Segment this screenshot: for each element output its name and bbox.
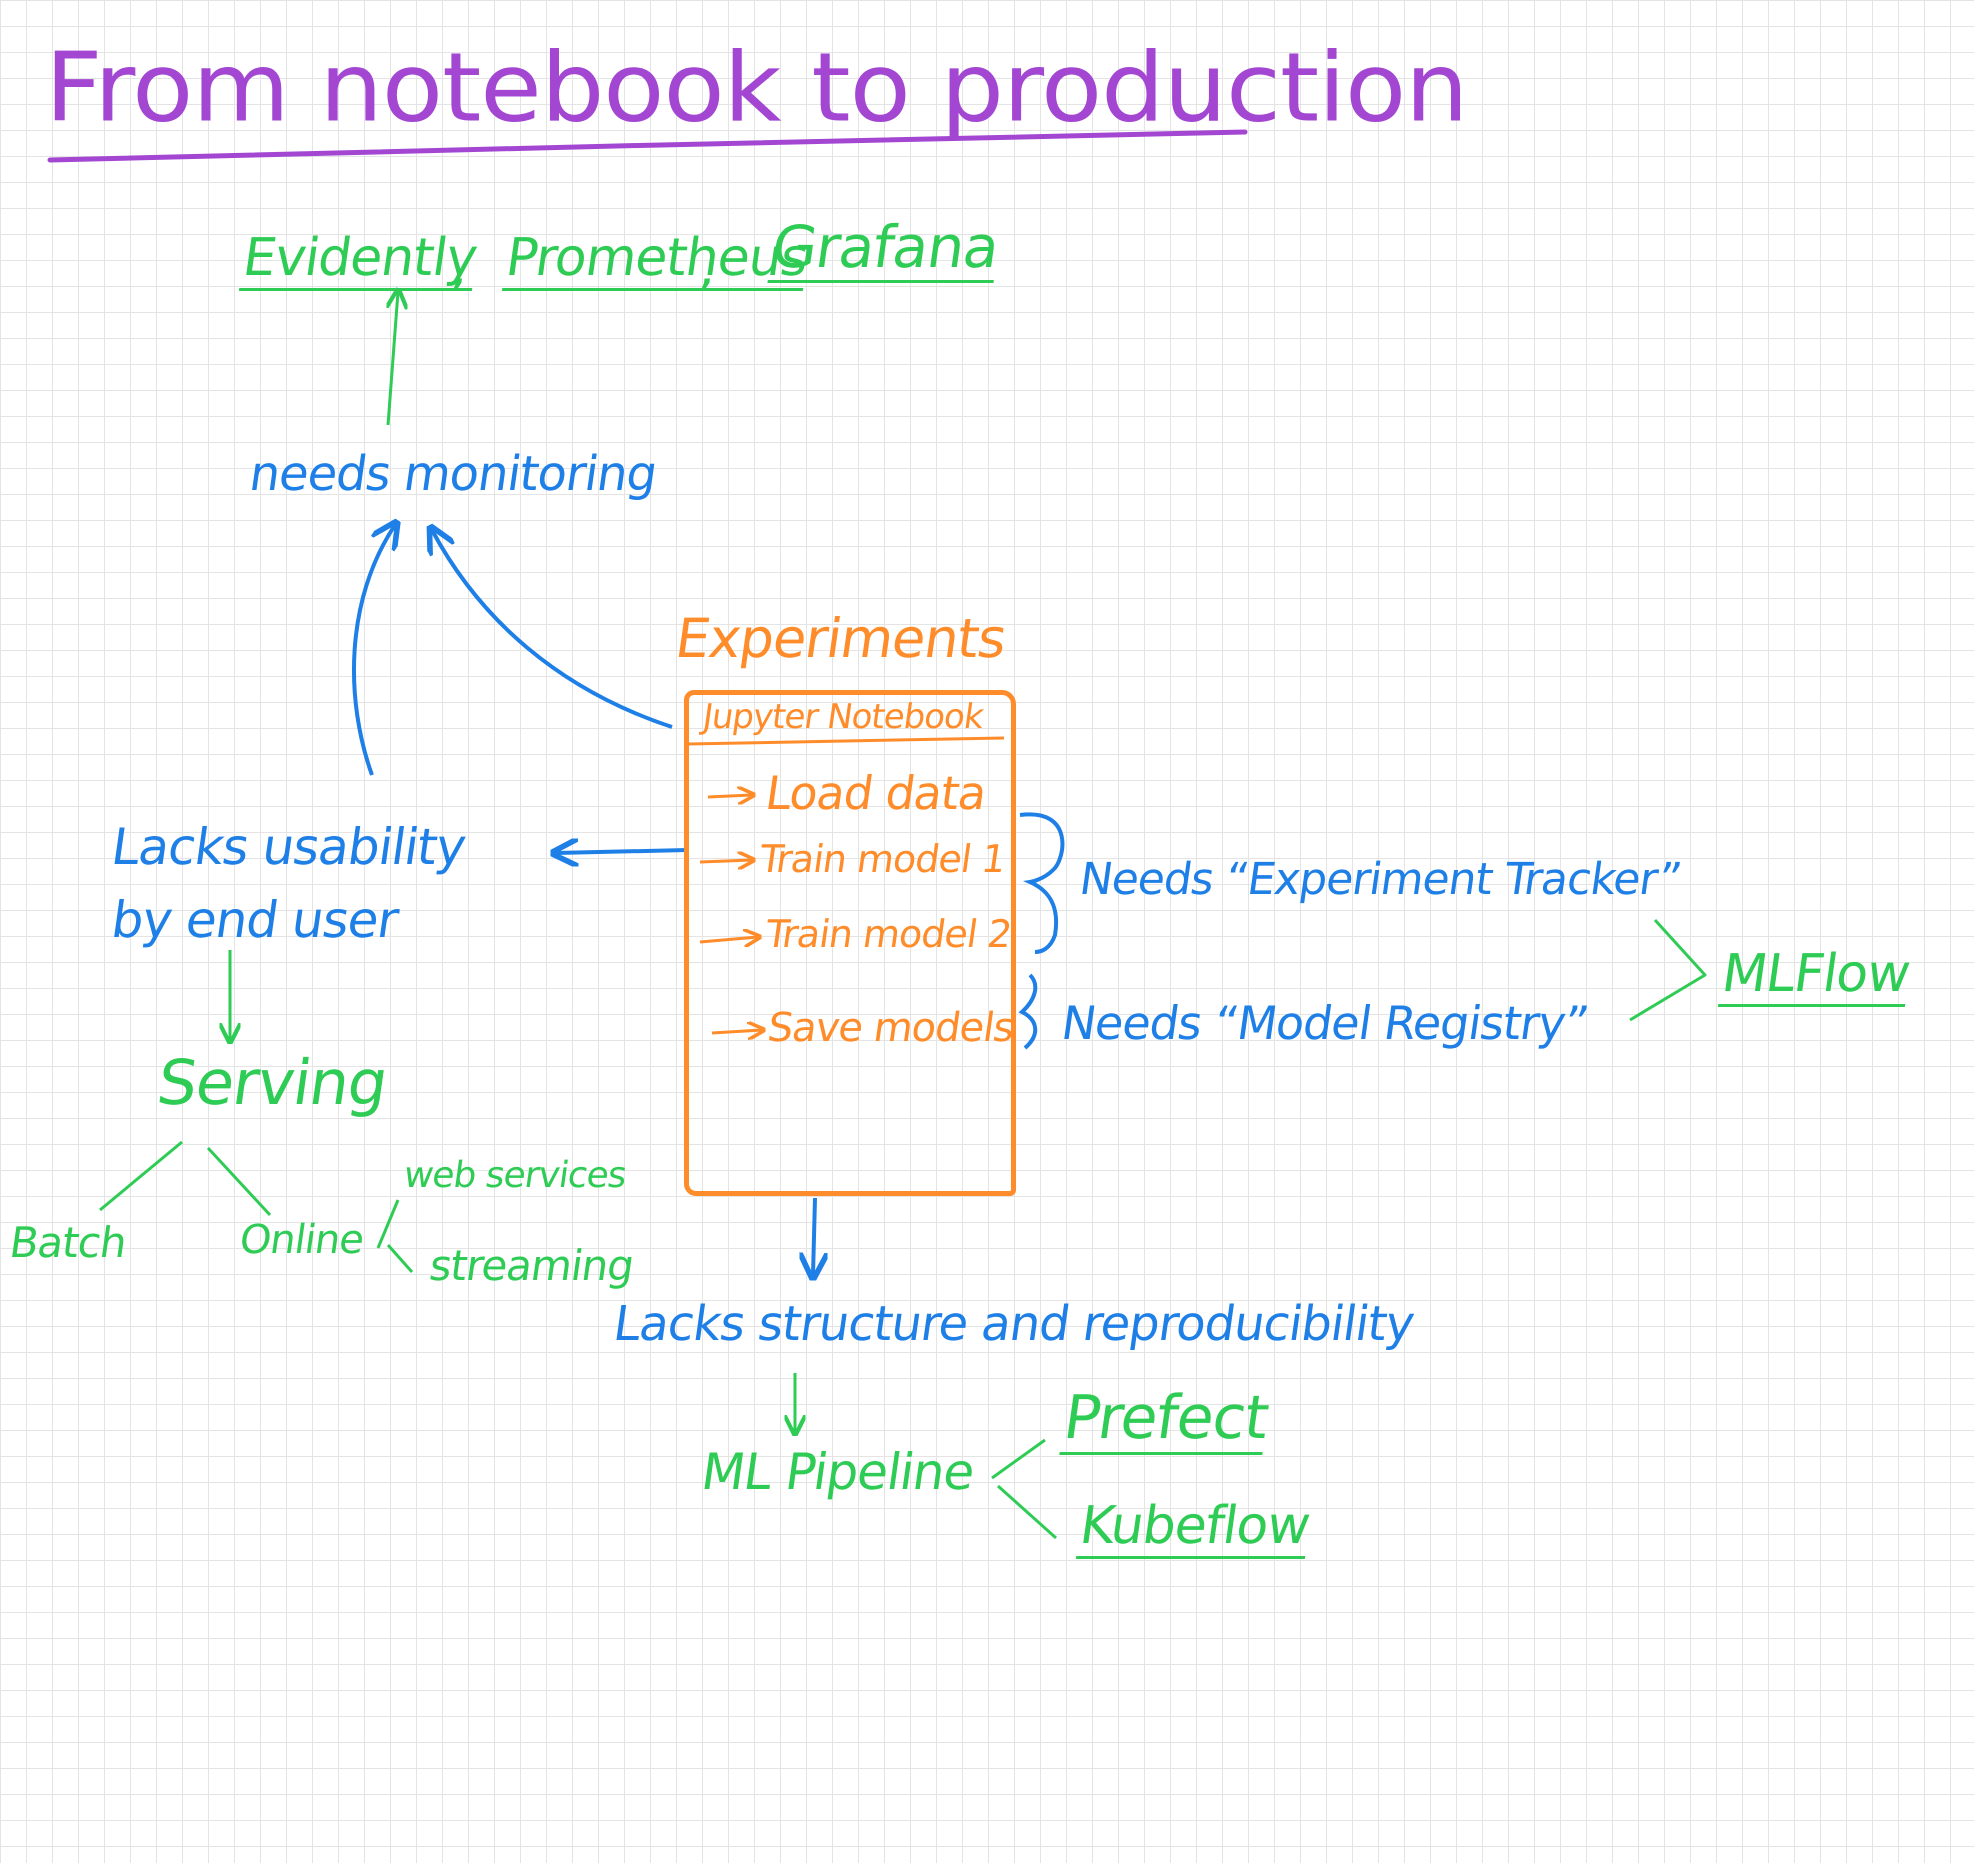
- serving-batch: Batch: [6, 1218, 130, 1267]
- arrow-notebook-to-monitoring: [432, 530, 673, 729]
- brace-registry: [1018, 973, 1038, 1050]
- chevron-to-mlflow: [1629, 918, 1707, 1022]
- branch-serving-online: [206, 1146, 272, 1217]
- brace-tracker: [1019, 812, 1065, 954]
- notebook-title: Jupyter Notebook: [700, 697, 986, 737]
- serving-online: Online: [236, 1217, 367, 1263]
- branch-serving-batch: [99, 1140, 183, 1212]
- lacks-usability-line-2: by end user: [107, 891, 402, 949]
- step-train-model-1: Train model 1: [756, 837, 1008, 881]
- branch-pipeline-kubeflow: [996, 1484, 1058, 1540]
- tool-mlflow: MLFlow: [1717, 944, 1913, 1007]
- lacks-structure-label: Lacks structure and reproducibility: [610, 1296, 1418, 1352]
- branch-pipeline-prefect: [991, 1438, 1046, 1480]
- needs-monitoring-label: needs monitoring: [246, 446, 661, 502]
- tool-grafana: Grafana: [767, 213, 1003, 283]
- tool-evidently: Evidently: [238, 228, 480, 291]
- online-web-services: web services: [401, 1155, 629, 1196]
- serving-label: Serving: [152, 1046, 392, 1119]
- step-train-model-2: Train model 2: [762, 912, 1014, 956]
- step-save-models: Save models: [764, 1005, 1017, 1051]
- ml-pipeline-label: ML Pipeline: [697, 1443, 978, 1501]
- branch-online-webservices: [376, 1199, 400, 1249]
- needs-model-registry: Needs “Model Registry”: [1058, 996, 1592, 1050]
- tool-kubeflow: Kubeflow: [1075, 1496, 1313, 1559]
- needs-experiment-tracker: Needs “Experiment Tracker”: [1076, 854, 1684, 905]
- experiments-label: Experiments: [671, 607, 1010, 670]
- branch-online-streaming: [386, 1244, 414, 1273]
- page-title: From notebook to production: [45, 31, 1469, 144]
- arrow-notebook-to-structure: [813, 1197, 815, 1275]
- tool-prometheus: Prometheus: [501, 228, 811, 291]
- arrow-notebook-to-usability: [556, 850, 689, 853]
- step-load-data: Load data: [762, 766, 990, 820]
- arrow-usability-to-monitoring: [351, 525, 395, 776]
- arrow-monitoring-to-tools: [388, 292, 398, 426]
- lacks-usability-line-1: Lacks usability: [107, 818, 469, 876]
- tool-prefect: Prefect: [1059, 1383, 1273, 1455]
- online-streaming: streaming: [426, 1241, 637, 1290]
